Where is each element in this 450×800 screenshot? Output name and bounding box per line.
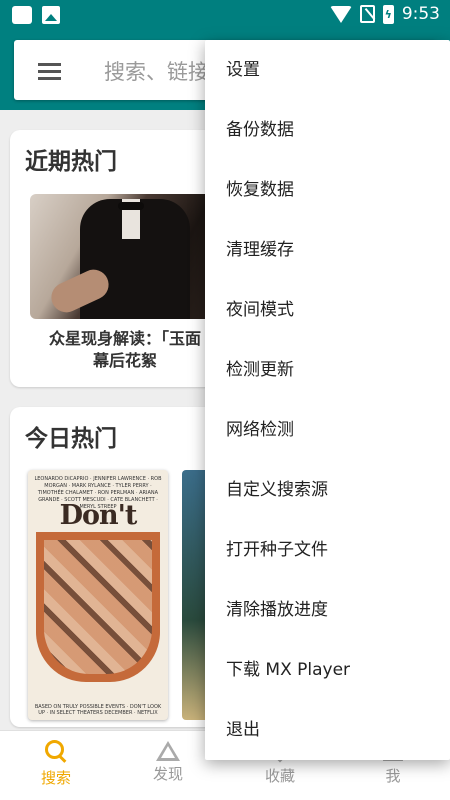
no-sim-icon (359, 5, 375, 23)
nav-label: 发现 (152, 765, 183, 783)
movie-poster[interactable]: LEONARDO DiCAPRIO · JENNIFER LAWRENCE · … (28, 470, 168, 720)
menu-item-network-check[interactable]: 网络检测 (205, 400, 450, 460)
menu-item-exit[interactable]: 退出 (205, 700, 450, 760)
image-notification-icon (42, 6, 60, 24)
menu-item-night-mode[interactable]: 夜间模式 (205, 280, 450, 340)
nav-tab-search[interactable]: 搜索 (0, 739, 112, 788)
poster-up-graphic (36, 532, 160, 682)
nav-label: 收藏 (264, 767, 295, 785)
search-icon (44, 739, 68, 763)
nav-label: 我 (385, 767, 401, 785)
search-input[interactable]: 搜索、链接 (104, 56, 209, 86)
menu-item-open-torrent[interactable]: 打开种子文件 (205, 520, 450, 580)
menu-item-settings[interactable]: 设置 (205, 40, 450, 100)
menu-item-clear-cache[interactable]: 清理缓存 (205, 220, 450, 280)
menu-item-download-mx-player[interactable]: 下载 MX Player (205, 640, 450, 700)
notification-square-icon (12, 6, 32, 24)
poster-credits-text: BASED ON TRULY POSSIBLE EVENTS · DON'T L… (34, 704, 162, 716)
menu-item-check-update[interactable]: 检测更新 (205, 340, 450, 400)
section-title: 近期热门 (25, 149, 117, 175)
battery-charging-icon: ϟ (382, 4, 394, 24)
hamburger-menu-icon[interactable] (38, 63, 61, 80)
triangle-icon (156, 741, 180, 761)
section-title: 今日热门 (25, 426, 117, 452)
status-bar: ϟ 9:53 (0, 0, 450, 30)
menu-item-restore[interactable]: 恢复数据 (205, 160, 450, 220)
video-caption[interactable]: 众星现身解读：「玉面 幕后花絮 (30, 328, 220, 372)
menu-item-custom-source[interactable]: 自定义搜索源 (205, 460, 450, 520)
wifi-icon (329, 5, 352, 23)
video-thumbnail[interactable] (30, 194, 220, 319)
nav-label: 搜索 (40, 769, 71, 787)
menu-item-clear-progress[interactable]: 清除播放进度 (205, 580, 450, 640)
status-time: 9:53 (401, 4, 440, 24)
menu-item-backup[interactable]: 备份数据 (205, 100, 450, 160)
overflow-menu: 设置 备份数据 恢复数据 清理缓存 夜间模式 检测更新 网络检测 自定义搜索源 … (205, 40, 450, 760)
